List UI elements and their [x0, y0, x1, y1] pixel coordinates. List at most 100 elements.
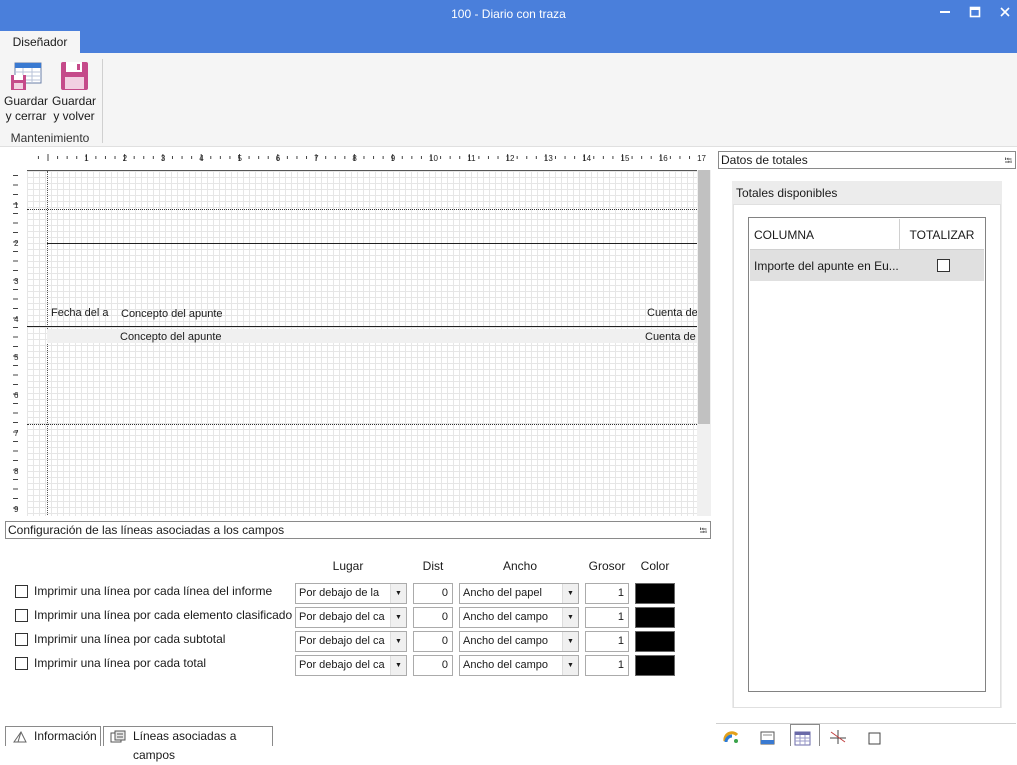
chevron-down-icon[interactable]: ▼ — [562, 656, 578, 675]
ruler-label: 14 — [582, 154, 591, 163]
chevron-down-icon[interactable]: ▼ — [390, 632, 406, 651]
ruler-label: 10 — [429, 154, 438, 163]
ruler-label: 2 — [123, 154, 128, 163]
checkbox-tab-icon[interactable] — [862, 724, 892, 746]
totals-grid[interactable]: COLUMNA TOTALIZAR Importe del apunte en … — [748, 217, 986, 692]
ruler-label: 7 — [314, 154, 319, 163]
dist-input[interactable]: 0 — [413, 631, 453, 652]
ruler-label: 7 — [14, 429, 19, 438]
color-swatch[interactable] — [635, 655, 675, 676]
ancho-select[interactable]: Ancho del campo ▼ — [459, 631, 579, 652]
ancho-value: Ancho del campo — [463, 659, 548, 671]
field-cuenta-detail[interactable]: Cuenta de — [645, 331, 697, 343]
calendar-tab-icon[interactable] — [790, 724, 820, 746]
lugar-select[interactable]: Por debajo del ca ▼ — [295, 631, 407, 652]
totalize-checkbox[interactable] — [937, 259, 950, 272]
pin-icon[interactable]: ⭾ — [1004, 154, 1012, 170]
ruler-label: 5 — [238, 154, 243, 163]
lugar-select[interactable]: Por debajo del ca ▼ — [295, 607, 407, 628]
ancho-select[interactable]: Ancho del campo ▼ — [459, 607, 579, 628]
document-tab-icon[interactable] — [756, 724, 786, 746]
dist-input[interactable]: 0 — [413, 583, 453, 604]
tab-lineas[interactable]: Líneas asociadas a campos — [103, 726, 273, 762]
lines-tab-icon — [110, 730, 126, 743]
save-close-label-2: y cerrar — [5, 109, 47, 123]
left-margin-guide — [47, 171, 48, 516]
tab-informacion[interactable]: Información — [5, 726, 101, 746]
designer-scrollbar[interactable] — [697, 170, 711, 516]
field-cuenta-header[interactable]: Cuenta de — [647, 307, 697, 319]
ruler-label: 2 — [14, 239, 19, 248]
chevron-down-icon[interactable]: ▼ — [562, 584, 578, 603]
title-bar: 100 - Diario con traza — [0, 0, 1017, 29]
col-grosor: Grosor — [588, 559, 626, 573]
header-columna: COLUMNA — [754, 228, 815, 242]
save-close-button[interactable]: Guardar y cerrar — [3, 61, 49, 124]
field-concepto-detail[interactable]: Concepto del apunte — [120, 331, 300, 343]
pin-icon[interactable]: ⭾ — [699, 524, 707, 540]
col-ancho: Ancho — [502, 559, 538, 573]
line-enable-checkbox[interactable] — [15, 633, 28, 646]
dist-input[interactable]: 0 — [413, 607, 453, 628]
ancho-value: Ancho del campo — [463, 635, 548, 647]
ruler-label: 3 — [161, 154, 166, 163]
ruler-label: 1 — [84, 154, 89, 163]
save-close-icon — [11, 62, 42, 90]
ruler-label: 9 — [14, 505, 19, 514]
field-concepto-header[interactable]: Concepto del apunte — [121, 308, 301, 320]
ruler-label: 4 — [14, 315, 19, 324]
chevron-down-icon[interactable]: ▼ — [562, 632, 578, 651]
lugar-value: Por debajo del ca — [299, 611, 385, 623]
grosor-input[interactable]: 1 — [585, 631, 629, 652]
field-fecha[interactable]: Fecha del a — [51, 307, 111, 319]
ribbon: Guardar y cerrar Guardar y volver Manten… — [0, 53, 1017, 147]
lugar-select[interactable]: Por debajo de la ▼ — [295, 583, 407, 604]
line-enable-checkbox[interactable] — [15, 609, 28, 622]
ribbon-group-label: Mantenimiento — [10, 131, 90, 145]
line-enable-checkbox[interactable] — [15, 657, 28, 670]
lugar-select[interactable]: Por debajo del ca ▼ — [295, 655, 407, 676]
ancho-value: Ancho del papel — [463, 587, 542, 599]
minimize-icon[interactable] — [934, 4, 956, 24]
ruler-label: 5 — [14, 353, 19, 362]
save-return-button[interactable]: Guardar y volver — [51, 61, 97, 124]
palette-tab-icon[interactable] — [720, 724, 750, 746]
color-swatch[interactable] — [635, 607, 675, 628]
report-page[interactable]: Fecha del a Concepto del apunte Cuenta d… — [27, 170, 697, 516]
chevron-down-icon[interactable]: ▼ — [390, 656, 406, 675]
horizontal-ruler: 1 2 3 4 5 6 7 8 9 10 11 12 13 14 15 16 17 — [37, 154, 707, 163]
line-option-label: Imprimir una línea por cada línea del in… — [34, 584, 273, 598]
tab-informacion-label: Información — [34, 729, 97, 743]
grosor-input[interactable]: 1 — [585, 583, 629, 604]
ruler-label: 16 — [659, 154, 668, 163]
maximize-icon[interactable] — [964, 4, 986, 24]
col-lugar: Lugar — [332, 559, 364, 573]
line-option-label: Imprimir una línea por cada subtotal — [34, 632, 226, 646]
grosor-input[interactable]: 1 — [585, 607, 629, 628]
ruler-label: 9 — [391, 154, 396, 163]
header-line — [47, 243, 697, 244]
ancho-select[interactable]: Ancho del papel ▼ — [459, 583, 579, 604]
table-row[interactable]: Importe del apunte en Eu... — [750, 250, 984, 281]
color-swatch[interactable] — [635, 583, 675, 604]
axis-tab-icon[interactable] — [826, 724, 856, 746]
ribbon-tab-strip: Diseñador — [0, 29, 1017, 54]
dist-input[interactable]: 0 — [413, 655, 453, 676]
tab-lineas-label: Líneas asociadas a campos — [133, 729, 237, 762]
lugar-value: Por debajo del ca — [299, 635, 385, 647]
scrollbar-thumb[interactable] — [698, 170, 710, 424]
chevron-down-icon[interactable]: ▼ — [390, 608, 406, 627]
row-column-name: Importe del apunte en Eu... — [754, 259, 899, 273]
color-swatch[interactable] — [635, 631, 675, 652]
grosor-input[interactable]: 1 — [585, 655, 629, 676]
line-enable-checkbox[interactable] — [15, 585, 28, 598]
chevron-down-icon[interactable]: ▼ — [390, 584, 406, 603]
ruler-label: 12 — [506, 154, 515, 163]
report-designer[interactable]: 1 2 3 4 5 6 7 8 9 10 11 12 13 14 15 16 17 123456789 Fech… — [5, 150, 713, 516]
close-icon[interactable] — [994, 4, 1016, 24]
chevron-down-icon[interactable]: ▼ — [562, 608, 578, 627]
tab-disenador[interactable]: Diseñador — [0, 31, 80, 54]
lugar-value: Por debajo del ca — [299, 659, 385, 671]
ancho-select[interactable]: Ancho del campo ▼ — [459, 655, 579, 676]
information-tab-icon — [13, 731, 27, 743]
